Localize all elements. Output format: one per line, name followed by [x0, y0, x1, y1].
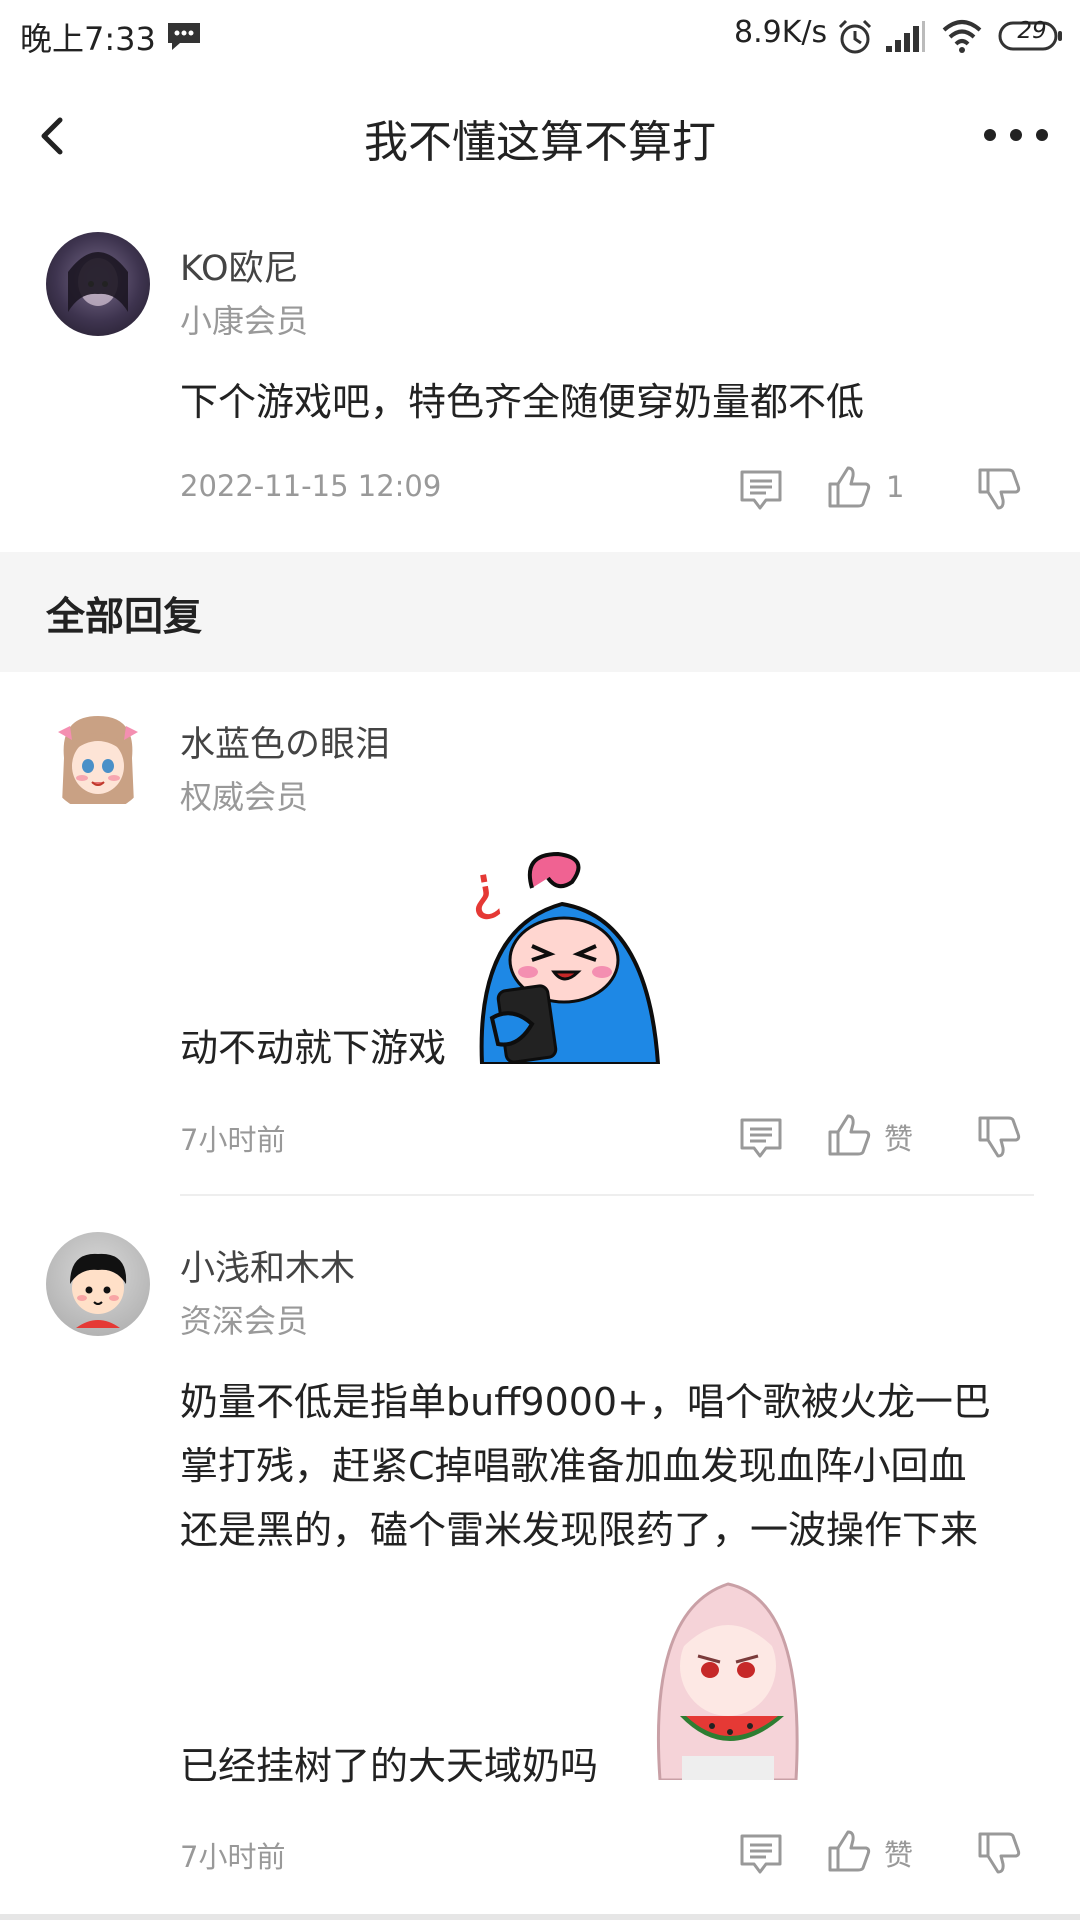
battery-level: 29	[1017, 18, 1047, 44]
avatar[interactable]	[46, 708, 150, 812]
sticker-girl-watermelon-icon	[656, 1582, 799, 1780]
signal-icon	[886, 21, 925, 52]
like-icon[interactable]	[826, 1828, 872, 1874]
comment-time: 7小时前	[180, 1840, 286, 1874]
message-icon	[168, 23, 200, 50]
dislike-icon[interactable]	[976, 1830, 1022, 1876]
avatar-anime-girl-icon	[58, 716, 138, 804]
like-label: 赞	[884, 1838, 914, 1872]
comment-text: 动不动就下游戏	[180, 1026, 447, 1070]
comment-line: 已经挂树了的大天域奶吗	[180, 1744, 599, 1788]
like-count: 1	[886, 470, 905, 504]
comment-time: 2022-11-15 12:09	[180, 469, 442, 503]
like-icon[interactable]	[826, 1112, 872, 1158]
more-icon[interactable]	[980, 124, 1052, 146]
comment-line: 掌打残，赶紧C掉唱歌准备加血发现血阵小回血	[180, 1444, 967, 1488]
comment-line: 还是黑的，磕个雷米发现限药了，一波操作下来	[180, 1508, 979, 1552]
user-name[interactable]: KO欧尼	[180, 240, 299, 291]
reply-icon[interactable]	[738, 466, 784, 512]
like-label: 赞	[884, 1122, 914, 1156]
reply-icon[interactable]	[738, 1830, 784, 1876]
bottom-edge	[0, 1914, 1080, 1920]
chevron-left-icon[interactable]	[34, 114, 70, 158]
wifi-icon	[942, 20, 982, 53]
section-title: 全部回复	[46, 595, 203, 640]
svg-text:¿: ¿	[462, 850, 506, 924]
status-time: 晚上7:33	[20, 20, 156, 58]
user-level: 权威会员	[180, 778, 309, 816]
avatar-portrait-icon	[68, 252, 128, 312]
page-title: 我不懂这算不算打	[364, 117, 716, 168]
divider	[180, 1194, 1034, 1196]
reply-icon[interactable]	[738, 1114, 784, 1160]
dislike-icon[interactable]	[976, 1114, 1022, 1160]
sticker-blue-character-icon: ¿	[462, 850, 661, 1064]
user-name[interactable]: 水蓝色の眼泪	[180, 716, 390, 767]
nav-bar: 我不懂这算不算打	[0, 76, 1080, 194]
avatar-cartoon-boy-icon	[70, 1253, 127, 1328]
status-bar: 晚上7:33 8.9K/s 29	[0, 0, 1080, 76]
status-net-speed: 8.9K/s	[734, 15, 828, 50]
section-header: 全部回复	[0, 552, 1080, 672]
like-icon[interactable]	[826, 464, 872, 510]
comment-time: 7小时前	[180, 1123, 286, 1157]
comment-line: 奶量不低是指单buff9000+，唱个歌被火龙一巴	[180, 1380, 991, 1424]
avatar[interactable]	[46, 232, 150, 336]
user-level: 小康会员	[180, 302, 309, 340]
avatar[interactable]	[46, 1232, 150, 1336]
alarm-icon	[838, 19, 872, 54]
user-name[interactable]: 小浅和木木	[180, 1240, 355, 1291]
dislike-icon[interactable]	[976, 466, 1022, 512]
user-level: 资深会员	[180, 1302, 309, 1340]
comment-text: 下个游戏吧，特色齐全随便穿奶量都不低	[180, 380, 865, 424]
